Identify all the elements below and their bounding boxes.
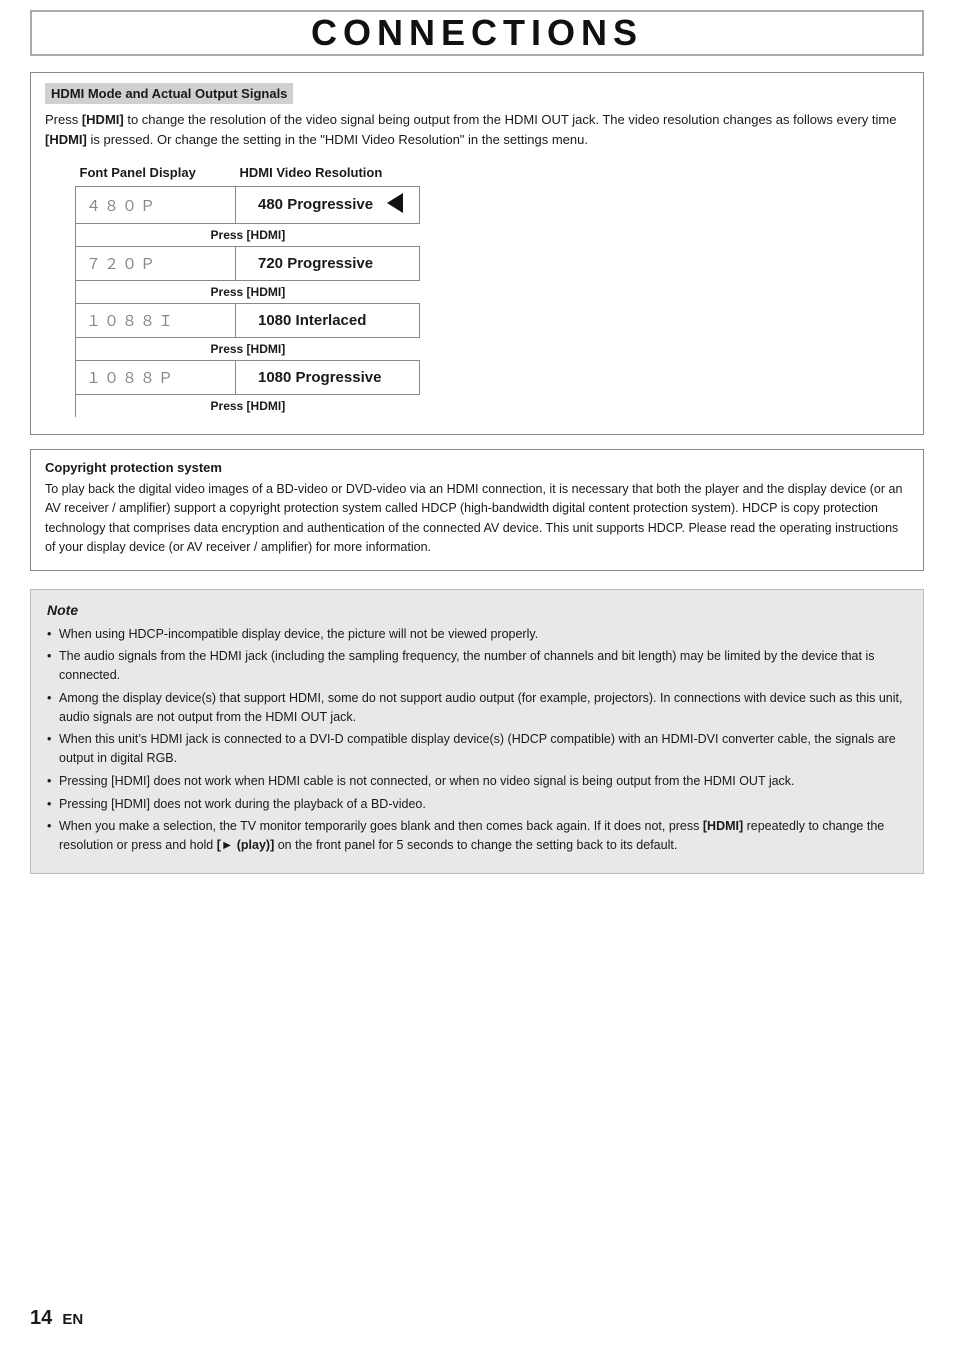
page-footer: 14 EN	[30, 1307, 83, 1330]
display-1080p: １０８８Ｐ	[76, 361, 236, 395]
table-row: ４８０Ｐ 480 Progressive	[76, 187, 471, 224]
display-480p: ４８０Ｐ	[76, 187, 236, 224]
press-row-1080i: Press [HDMI]	[76, 338, 471, 361]
resolution-table: Font Panel Display HDMI Video Resolution…	[75, 163, 471, 417]
press-label-1080i: Press [HDMI]	[76, 338, 420, 361]
arrow-480p	[387, 193, 403, 217]
resolution-table-container: Font Panel Display HDMI Video Resolution…	[75, 163, 471, 417]
page-title-bar: CONNECTIONS	[30, 10, 924, 56]
list-item: Among the display device(s) that support…	[47, 689, 907, 727]
list-item: When you make a selection, the TV monito…	[47, 817, 907, 855]
copyright-title: Copyright protection system	[45, 460, 909, 475]
press-label-720p: Press [HDMI]	[76, 281, 420, 304]
page-title: CONNECTIONS	[311, 12, 643, 53]
display-1080i: １０８８Ｉ	[76, 304, 236, 338]
language-label: EN	[62, 1311, 83, 1328]
table-row: １０８８Ｐ 1080 Progressive	[76, 361, 471, 395]
press-row-1080p: Press [HDMI]	[76, 395, 471, 418]
resolution-720p: 720 Progressive	[236, 247, 420, 281]
note-section: Note When using HDCP-incompatible displa…	[30, 589, 924, 874]
hdmi-section-title: HDMI Mode and Actual Output Signals	[45, 83, 293, 104]
col1-header: Font Panel Display	[76, 163, 236, 187]
list-item: The audio signals from the HDMI jack (in…	[47, 647, 907, 685]
hdmi-section: HDMI Mode and Actual Output Signals Pres…	[30, 72, 924, 435]
list-item: Pressing [HDMI] does not work during the…	[47, 795, 907, 814]
hdmi-description: Press [HDMI] to change the resolution of…	[45, 110, 909, 149]
list-item: When this unit’s HDMI jack is connected …	[47, 730, 907, 768]
note-title: Note	[47, 602, 907, 618]
resolution-1080p: 1080 Progressive	[236, 361, 420, 395]
press-row-720p: Press [HDMI]	[76, 281, 471, 304]
press-label-480p: Press [HDMI]	[76, 224, 420, 247]
resolution-480p: 480 Progressive	[236, 187, 420, 224]
table-row: １０８８Ｉ 1080 Interlaced	[76, 304, 471, 338]
copyright-section: Copyright protection system To play back…	[30, 449, 924, 571]
note-list: When using HDCP-incompatible display dev…	[47, 625, 907, 855]
list-item: When using HDCP-incompatible display dev…	[47, 625, 907, 644]
page-number: 14	[30, 1307, 52, 1329]
list-item: Pressing [HDMI] does not work when HDMI …	[47, 772, 907, 791]
press-label-1080p: Press [HDMI]	[76, 395, 420, 418]
page: CONNECTIONS HDMI Mode and Actual Output …	[0, 0, 954, 1348]
display-720p: ７２０Ｐ	[76, 247, 236, 281]
resolution-1080i: 1080 Interlaced	[236, 304, 420, 338]
copyright-text: To play back the digital video images of…	[45, 480, 909, 558]
press-row-480p: Press [HDMI]	[76, 224, 471, 247]
col2-header: HDMI Video Resolution	[236, 163, 420, 187]
table-row: ７２０Ｐ 720 Progressive	[76, 247, 471, 281]
